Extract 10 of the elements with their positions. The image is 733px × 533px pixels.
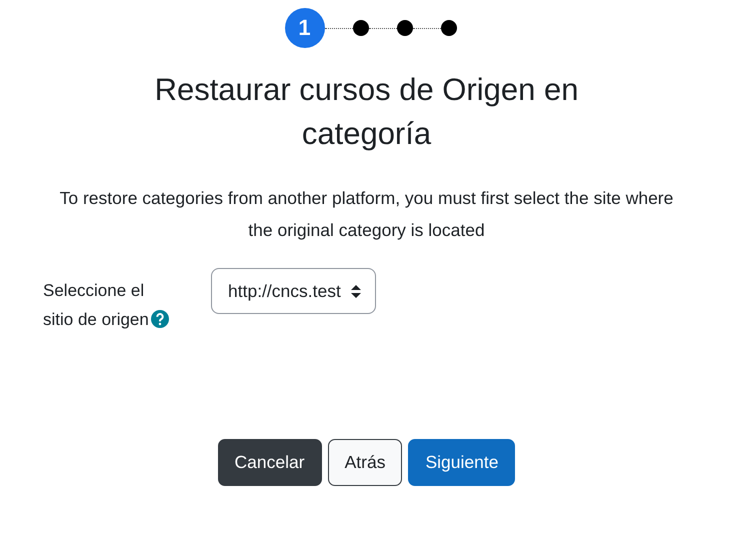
field-label: Seleccione el sitio de origen [43, 281, 149, 329]
help-icon[interactable] [150, 310, 169, 328]
page-title: Restaurar cursos de Origen en categoría [154, 71, 580, 153]
current-step: 1 [284, 8, 324, 48]
cancel-button[interactable]: Cancelar [218, 439, 322, 486]
description: To restore categories from another platform, you must first select the site where the original category is located [58, 187, 674, 242]
next-button[interactable]: Siguiente [408, 439, 516, 486]
site-select[interactable]: http://cncs.test [211, 268, 376, 314]
sort-caret-icon [350, 284, 361, 298]
back-button[interactable]: Atrás [328, 439, 402, 486]
